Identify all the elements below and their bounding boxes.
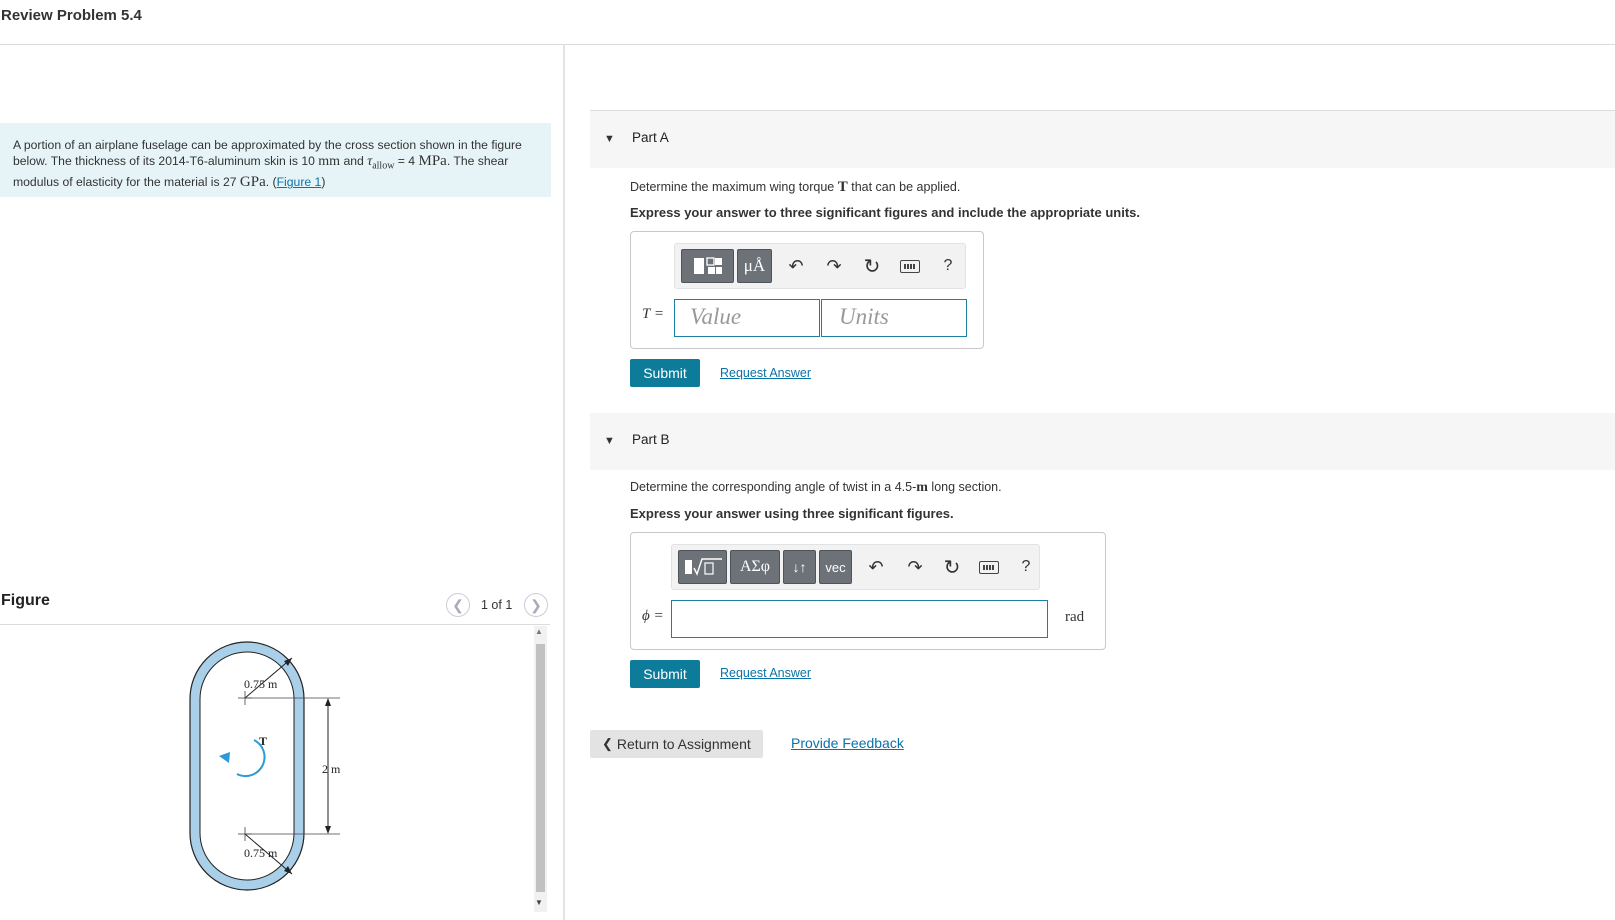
pager-count: 1 of 1	[481, 598, 513, 612]
part-b-answer-box: ΑΣφ ↓↑ vec ↶ ↷ ↻ ? ϕ = rad	[630, 532, 1106, 650]
part-a-header[interactable]: ▼ Part A	[590, 111, 1615, 168]
scroll-down-icon[interactable]: ▼	[535, 898, 543, 907]
part-b-request-answer[interactable]: Request Answer	[720, 666, 811, 680]
part-a-question-var: T	[837, 179, 848, 195]
units-button[interactable]: μÅ	[737, 249, 772, 283]
return-to-assignment-button[interactable]: ❮ Return to Assignment	[590, 730, 763, 758]
chevron-right-icon: ❯	[530, 596, 542, 613]
problem-text-6: )	[321, 175, 326, 190]
part-a-submit-button[interactable]: Submit	[630, 359, 700, 387]
units-placeholder: Units	[839, 304, 889, 329]
undo-icon[interactable]: ↶	[785, 255, 807, 277]
keyboard-icon	[979, 560, 999, 574]
part-b-question: Determine the corresponding angle of twi…	[630, 480, 1002, 496]
part-a-answer-box: μÅ ↶ ↷ ↻ ? T = Value Units	[630, 231, 984, 349]
units-input[interactable]: Units	[821, 299, 967, 337]
keyboard-button[interactable]	[978, 556, 1000, 578]
pager-prev-button[interactable]: ❮	[446, 593, 470, 617]
tau-subscript: allow	[372, 160, 395, 172]
problem-statement: A portion of an airplane fuselage can be…	[13, 137, 543, 190]
redo-icon[interactable]: ↷	[904, 556, 926, 578]
part-b-label: Part B	[632, 432, 670, 447]
part-b-unit: rad	[1065, 609, 1085, 625]
page-title: Review Problem 5.4	[1, 7, 142, 24]
reset-icon[interactable]: ↻	[941, 556, 963, 579]
reset-icon[interactable]: ↻	[861, 255, 883, 278]
part-b-toolbar: ΑΣφ ↓↑ vec ↶ ↷ ↻ ?	[671, 544, 1040, 590]
angle-input[interactable]	[671, 600, 1048, 638]
torque-label: T	[259, 734, 268, 748]
vec-button[interactable]: vec	[819, 550, 852, 584]
value-input[interactable]: Value	[674, 299, 820, 337]
greek-button[interactable]: ΑΣφ	[730, 550, 780, 584]
height-arrow-bottom	[325, 826, 331, 834]
unit-mm: mm	[318, 154, 341, 169]
undo-icon[interactable]: ↶	[865, 556, 887, 578]
part-a-request-answer[interactable]: Request Answer	[720, 366, 811, 380]
part-b-question-unit: m	[916, 480, 928, 495]
height-arrow-top	[325, 698, 331, 706]
part-a-question: Determine the maximum wing torque T that…	[630, 179, 960, 196]
part-b-submit-button[interactable]: Submit	[630, 660, 700, 688]
part-b-instruction: Express your answer using three signific…	[630, 506, 954, 521]
chevron-left-icon: ❮	[452, 596, 464, 613]
help-icon[interactable]: ?	[937, 255, 959, 277]
header-divider	[0, 44, 1615, 45]
keyboard-icon	[900, 259, 920, 273]
top-radius-label: 0.75 m	[244, 677, 278, 691]
height-label: 2 m	[322, 762, 341, 776]
templates-sqrt-icon	[684, 558, 722, 576]
figure-divider	[0, 624, 550, 625]
caret-down-icon: ▼	[604, 435, 615, 447]
part-b-var-label: ϕ =	[642, 608, 664, 624]
chevron-left-icon: ❮	[602, 736, 613, 751]
part-a-question-2: that can be applied.	[847, 180, 961, 194]
problem-text-5: . (	[265, 175, 277, 190]
part-b-header[interactable]: ▼ Part B	[590, 413, 1615, 470]
unit-mpa: MPa	[418, 153, 447, 169]
templates-icon	[693, 257, 722, 274]
keyboard-button[interactable]	[899, 255, 921, 277]
templates-sqrt-button[interactable]	[678, 550, 727, 584]
pager-next-button[interactable]: ❯	[524, 593, 548, 617]
arrows-button[interactable]: ↓↑	[783, 550, 816, 584]
return-label: Return to Assignment	[616, 736, 751, 752]
figure-heading: Figure	[1, 592, 50, 609]
part-a-label: Part A	[632, 130, 669, 145]
problem-text-2: and	[340, 154, 368, 168]
caret-down-icon: ▼	[604, 133, 615, 145]
redo-icon[interactable]: ↷	[823, 255, 845, 277]
provide-feedback-link[interactable]: Provide Feedback	[791, 735, 904, 751]
problem-text-3: = 4	[394, 154, 419, 168]
part-a-toolbar: μÅ ↶ ↷ ↻ ?	[674, 243, 966, 289]
part-a-var-label: T =	[642, 306, 664, 322]
templates-button[interactable]	[681, 249, 734, 283]
part-b-question-2: long section.	[927, 480, 1002, 494]
figure-scrollbar-thumb[interactable]	[536, 644, 545, 892]
help-icon[interactable]: ?	[1015, 556, 1037, 578]
value-placeholder: Value	[690, 304, 742, 329]
scroll-up-icon[interactable]: ▲	[535, 627, 543, 636]
panel-divider	[563, 45, 565, 920]
part-a-instruction: Express your answer to three significant…	[630, 205, 1140, 220]
unit-gpa: GPa	[239, 174, 266, 191]
part-a-question-1: Determine the maximum wing torque	[630, 180, 838, 194]
part-b-question-1: Determine the corresponding angle of twi…	[630, 480, 917, 494]
figure-link[interactable]: Figure 1	[277, 175, 322, 189]
bottom-radius-label: 0.75 m	[244, 846, 278, 860]
